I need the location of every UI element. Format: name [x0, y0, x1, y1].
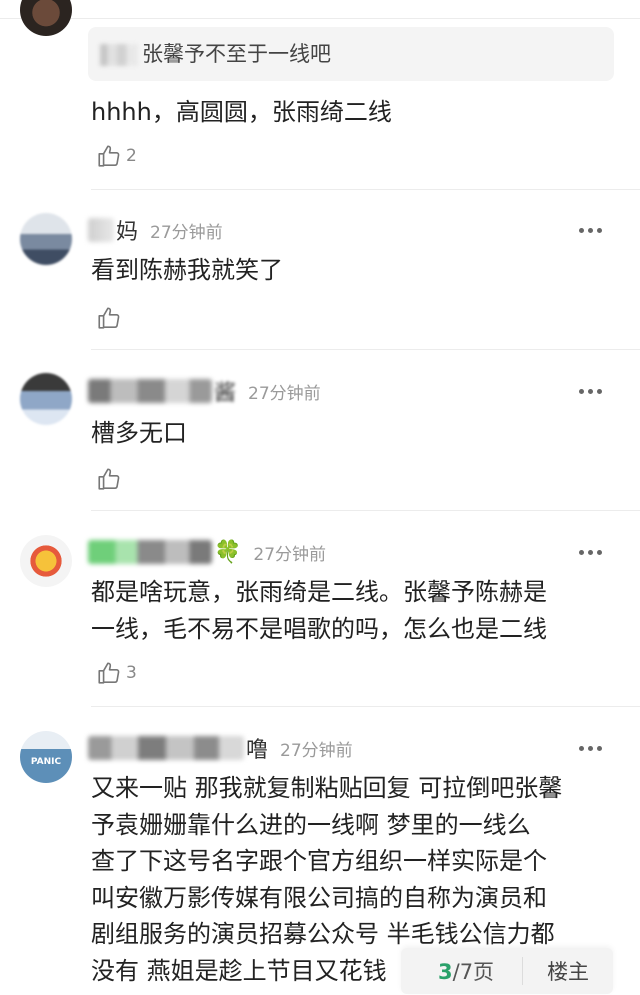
more-options-icon[interactable]	[579, 746, 602, 751]
comment-text: 都是啥玩意，张雨绮是二线。张馨予陈赫是 一线，毛不易不是唱歌的吗，怎么也是二线	[91, 578, 547, 643]
avatar[interactable]	[20, 213, 72, 265]
comment-header: 酱 27分钟前	[88, 375, 321, 407]
top-divider	[0, 18, 640, 19]
reply-text: hhhh，高圆圆，张雨绮二线	[91, 98, 392, 126]
thumbs-up-icon	[98, 468, 120, 490]
page-indicator[interactable]: 3/7页	[438, 956, 494, 986]
username-suffix: 🍀	[214, 539, 242, 565]
more-options-icon[interactable]	[579, 550, 602, 555]
timestamp: 27分钟前	[248, 383, 321, 404]
blurred-username	[88, 736, 244, 760]
like-button[interactable]: 3	[96, 660, 137, 686]
thumbs-up-icon	[98, 307, 120, 329]
like-count: 2	[126, 146, 137, 166]
current-page: 3	[438, 960, 453, 984]
comment-divider	[91, 706, 640, 707]
blurred-username	[100, 44, 138, 66]
comment-text: 槽多无口	[91, 419, 187, 447]
like-button[interactable]	[96, 466, 122, 492]
comment-divider	[91, 510, 640, 511]
thumbs-up-icon	[98, 145, 120, 167]
pager-divider	[522, 957, 524, 985]
thumbs-up-icon	[98, 662, 120, 684]
avatar[interactable]	[20, 535, 72, 587]
comment-header: 噜 27分钟前	[88, 732, 353, 764]
comment-header: 🍀 27分钟前	[88, 536, 326, 568]
owner-only-button[interactable]: 楼主	[547, 956, 589, 986]
quoted-reply-box[interactable]: 张馨予不至于一线吧	[88, 27, 614, 81]
comment-text: 看到陈赫我就笑了	[91, 256, 283, 284]
timestamp: 27分钟前	[150, 222, 223, 243]
pager-bar: 3/7页 楼主	[401, 948, 613, 994]
timestamp: 27分钟前	[280, 740, 353, 761]
username-suffix: 噜	[246, 738, 269, 763]
timestamp: 27分钟前	[253, 544, 327, 565]
username-suffix: 酱	[214, 381, 237, 406]
like-count: 3	[126, 663, 137, 683]
blurred-username	[88, 540, 212, 564]
total-pages: /7页	[452, 960, 495, 984]
comment-divider	[91, 189, 640, 190]
like-button[interactable]: 2	[96, 143, 137, 169]
more-options-icon[interactable]	[579, 228, 602, 233]
comment-divider	[91, 349, 640, 350]
avatar[interactable]: PANIC	[20, 731, 72, 783]
more-options-icon[interactable]	[579, 389, 602, 394]
avatar-label: PANIC	[30, 757, 62, 767]
quoted-reply-text: 张馨予不至于一线吧	[142, 42, 331, 66]
blurred-username	[88, 379, 212, 403]
comment-header: 妈 27分钟前	[88, 214, 223, 246]
username-suffix: 妈	[116, 220, 139, 245]
avatar[interactable]	[20, 0, 72, 36]
blurred-username	[88, 218, 114, 242]
like-button[interactable]	[96, 305, 122, 331]
avatar[interactable]	[20, 373, 72, 425]
